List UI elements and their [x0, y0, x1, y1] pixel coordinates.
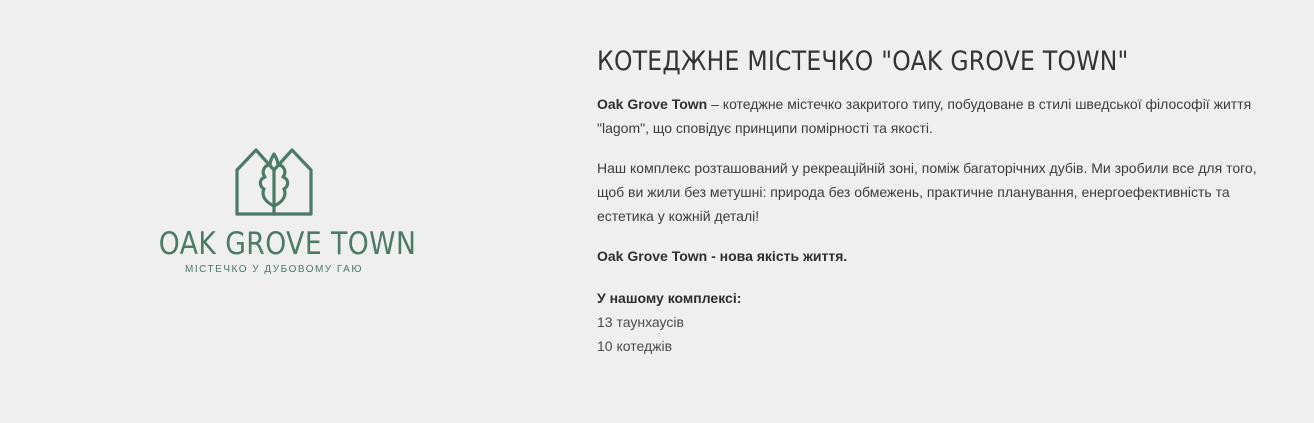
location-paragraph: Наш комплекс розташований у рекреаційній…	[597, 160, 1257, 224]
logo: OAK GROVE TOWN МІСТЕЧКО У ДУБОВОМУ ГАЮ	[140, 140, 417, 275]
intro-paragraph: Oak Grove Town – котеджне містечко закри…	[597, 92, 1257, 140]
house-oak-leaf-icon	[235, 148, 313, 216]
list-item: 10 котеджів	[597, 338, 673, 354]
about-section: КОТЕДЖНЕ МІСТЕЧКО "OAK GROVE TOWN" Oak G…	[597, 42, 1257, 358]
page-title: КОТЕДЖНЕ МІСТЕЧКО "OAK GROVE TOWN"	[597, 46, 1129, 77]
complex-heading: У нашому комплексі:	[597, 290, 742, 306]
intro-brand: Oak Grove Town	[597, 96, 708, 112]
list-item: 13 таунхаусів	[597, 314, 684, 330]
logo-wordmark: OAK GROVE TOWN	[158, 226, 417, 262]
logo-tagline: МІСТЕЧКО У ДУБОВОМУ ГАЮ	[185, 264, 363, 275]
brand-tagline: Oak Grove Town - нова якість життя.	[597, 248, 848, 264]
